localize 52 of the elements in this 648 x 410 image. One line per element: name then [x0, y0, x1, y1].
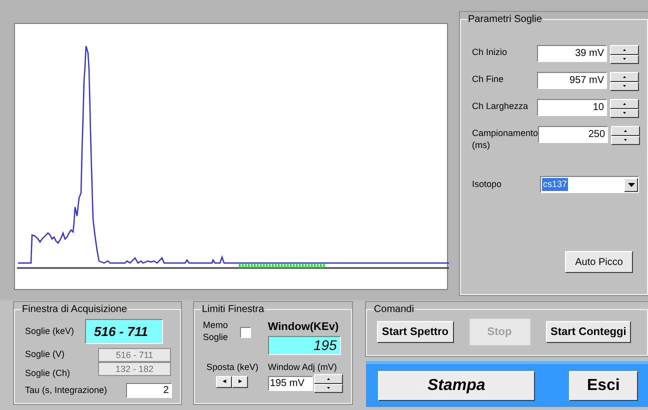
- action-button[interactable]: Stampa: [378, 370, 535, 400]
- down-arrow-icon: [623, 85, 626, 88]
- decrement-button[interactable]: [314, 384, 343, 393]
- increment-button[interactable]: [611, 126, 640, 136]
- up-arrow-icon: [624, 130, 628, 132]
- group-title: Finestra di Acquisizione: [21, 303, 128, 317]
- window-label: Window(KEv): [268, 320, 340, 335]
- input-field[interactable]: 250: [538, 126, 608, 143]
- input-field[interactable]: 10: [537, 99, 607, 116]
- kev-display: 516 - 711: [85, 319, 163, 344]
- up-arrow-icon: [623, 48, 626, 51]
- increment-button[interactable]: [314, 374, 343, 384]
- field-label: Campionamento (ms): [472, 127, 540, 151]
- down-arrow-icon: [623, 112, 626, 114]
- checkbox-label: Memo Soglie: [202, 319, 229, 343]
- input-field[interactable]: 195 mV: [268, 376, 313, 391]
- up-arrow-icon: [326, 378, 330, 380]
- command-button[interactable]: Start Conteggi: [546, 321, 632, 343]
- auto-peak-button[interactable]: Auto Picco: [565, 251, 633, 273]
- field-label: Soglie (keV): [25, 324, 76, 338]
- field-label: Window Adj (mV): [268, 360, 338, 374]
- command-button[interactable]: Start Spettro: [376, 321, 454, 343]
- increment-button[interactable]: [610, 45, 639, 54]
- input-field[interactable]: 957 mV: [537, 72, 607, 89]
- window-display: 195: [268, 336, 341, 354]
- down-arrow-icon: [624, 139, 628, 142]
- dropdown-arrow-icon: [628, 182, 634, 186]
- readout-field: 132 - 182: [98, 362, 171, 376]
- memo-checkbox[interactable]: [240, 327, 251, 338]
- field-label: Soglie (V): [25, 348, 66, 361]
- field-label: Tau (s, Integrazione): [25, 384, 108, 397]
- increment-button[interactable]: [610, 99, 639, 108]
- group-title: Comandi: [372, 303, 415, 317]
- action-button[interactable]: Esci: [568, 370, 638, 400]
- readout-field: 516 - 711: [98, 348, 171, 362]
- field-label: Soglie (Ch): [25, 366, 72, 380]
- down-arrow-icon: [623, 58, 626, 60]
- field-label: Isotopo: [472, 178, 503, 191]
- field-label: Sposta (keV): [206, 360, 258, 374]
- input-field[interactable]: 39 mV: [537, 45, 607, 62]
- group-title: Parametri Soglie: [467, 13, 543, 27]
- field-label: Ch Larghezza: [472, 100, 530, 112]
- up-arrow-icon: [623, 76, 626, 78]
- field-label: Ch Fine: [472, 73, 505, 85]
- group-title: Limiti Finestra: [200, 303, 266, 317]
- up-arrow-icon: [623, 102, 626, 105]
- dropdown-value: cs137: [542, 178, 568, 192]
- increment-button[interactable]: [610, 72, 639, 82]
- isotope-dropdown[interactable]: cs137: [540, 176, 639, 193]
- down-arrow-icon: [326, 387, 330, 390]
- field-label: Ch Inizio: [472, 46, 508, 58]
- input-field[interactable]: 2: [126, 383, 172, 398]
